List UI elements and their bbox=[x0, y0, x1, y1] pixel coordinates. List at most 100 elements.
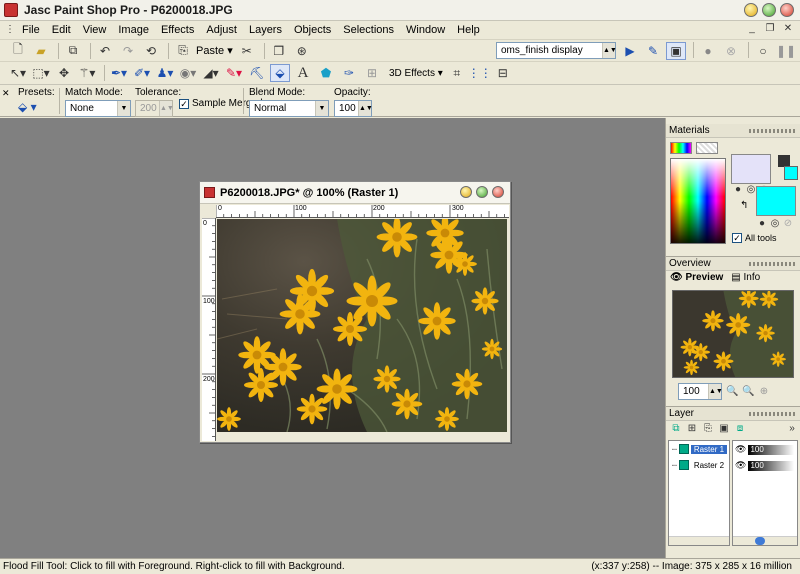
text-tool-icon[interactable]: A bbox=[293, 64, 313, 82]
tab-preview[interactable]: 👁 Preview bbox=[670, 272, 723, 283]
paint-brush-icon[interactable]: ✐▾ bbox=[132, 64, 152, 82]
layer-header[interactable]: Layer bbox=[666, 407, 800, 421]
arrange-icon[interactable]: ⊟ bbox=[493, 64, 513, 82]
paste-button[interactable]: Paste ▾ bbox=[196, 44, 233, 57]
clone-brush-icon[interactable]: ♟▾ bbox=[155, 64, 175, 82]
swap-colors-icon[interactable]: ↰ bbox=[740, 200, 748, 211]
overview-header[interactable]: Overview bbox=[666, 257, 800, 271]
layer-opacity-slider[interactable]: 100 bbox=[748, 444, 795, 455]
sample-merged-checkbox[interactable]: ✓ bbox=[179, 98, 189, 109]
menu-layers[interactable]: Layers bbox=[243, 24, 288, 36]
pen-tool-icon[interactable]: ✑ bbox=[339, 64, 359, 82]
style-color-icon[interactable]: ● bbox=[732, 184, 744, 196]
foreground-swatch[interactable] bbox=[731, 154, 771, 184]
doc-restore-icon[interactable]: ❐ bbox=[764, 23, 776, 35]
move-tool-icon[interactable]: ✥ bbox=[54, 64, 74, 82]
menu-window[interactable]: Window bbox=[400, 24, 451, 36]
picture-tube-icon[interactable]: ⛏ bbox=[247, 64, 267, 82]
open-folder-icon[interactable]: ▰ bbox=[31, 42, 51, 60]
soften-tool-icon[interactable]: ◉▾ bbox=[178, 64, 198, 82]
new-layer-icon[interactable]: ⧉ bbox=[670, 423, 682, 435]
style-none-icon[interactable]: ⊘ bbox=[782, 218, 794, 230]
copy-icon[interactable]: ⎘ bbox=[173, 42, 193, 60]
background-small-swatch[interactable] bbox=[784, 166, 798, 180]
all-tools-checkbox[interactable]: ✓ bbox=[732, 233, 742, 243]
cut-icon[interactable]: ✂ bbox=[237, 42, 257, 60]
image-maximize-button[interactable] bbox=[476, 186, 488, 198]
layer-opacity-scrollbar[interactable] bbox=[733, 536, 797, 545]
start-recording-icon[interactable]: ○ bbox=[753, 42, 773, 60]
menu-image[interactable]: Image bbox=[112, 24, 155, 36]
rainbow-tab-icon[interactable] bbox=[670, 142, 692, 154]
style-color-icon[interactable]: ● bbox=[756, 218, 768, 230]
image-window-titlebar[interactable]: P6200018.JPG* @ 100% (Raster 1) bbox=[200, 182, 510, 204]
image-minimize-button[interactable] bbox=[460, 186, 472, 198]
preset-shape-icon[interactable]: ⬟ bbox=[316, 64, 336, 82]
opacity-input[interactable]: 100 ▲▼ bbox=[334, 100, 373, 117]
layer-row[interactable]: ┈ Raster 2 bbox=[672, 460, 727, 470]
minimize-button[interactable] bbox=[744, 3, 758, 17]
background-swatch[interactable] bbox=[756, 186, 796, 216]
magic-wand-icon[interactable]: ⚚▾ bbox=[77, 64, 97, 82]
duplicate-layer-icon[interactable]: ⎘ bbox=[702, 423, 714, 435]
copy-merged-icon[interactable]: ⧉ bbox=[63, 42, 83, 60]
color-picker-spectrum[interactable] bbox=[670, 158, 726, 244]
tool-options-close-icon[interactable]: ✕ bbox=[2, 88, 10, 99]
menu-file[interactable]: File bbox=[16, 24, 46, 36]
flood-fill-icon[interactable]: ⬙ bbox=[270, 64, 290, 82]
grid-icon[interactable]: ⋮⋮ bbox=[468, 64, 492, 82]
blend-mode-select[interactable]: Normal ▼ bbox=[249, 100, 329, 117]
record-icon[interactable]: ● bbox=[698, 42, 718, 60]
duplicate-icon[interactable]: ❐ bbox=[269, 42, 289, 60]
layer-name[interactable]: Raster 1 bbox=[690, 444, 728, 454]
image-canvas[interactable] bbox=[217, 219, 507, 432]
run-script-icon[interactable]: ▶ bbox=[620, 42, 640, 60]
redo-icon[interactable]: ↷ bbox=[118, 42, 138, 60]
swatches-tab-icon[interactable] bbox=[696, 142, 718, 154]
pause-icon[interactable]: ❚❚ bbox=[776, 42, 796, 60]
zoom-actual-icon[interactable]: ⊕ bbox=[758, 386, 770, 398]
doc-close-icon[interactable]: ✕ bbox=[782, 23, 794, 35]
visibility-eye-icon[interactable]: 👁 bbox=[735, 460, 746, 471]
scrollbar-thumb[interactable] bbox=[755, 537, 765, 545]
new-group-icon[interactable]: ⊞ bbox=[686, 423, 698, 435]
tolerance-input[interactable]: 200 ▲▼ bbox=[135, 100, 174, 117]
zoom-out-icon[interactable]: 🔍 bbox=[726, 386, 738, 398]
warp-tool-icon[interactable]: ⊞ bbox=[362, 64, 382, 82]
layer-name[interactable]: Raster 2 bbox=[691, 461, 727, 470]
close-button[interactable] bbox=[780, 3, 794, 17]
menu-edit[interactable]: Edit bbox=[46, 24, 77, 36]
layer-row[interactable]: ┈ Raster 1 bbox=[672, 444, 728, 454]
layer-menu-icon[interactable]: » bbox=[786, 423, 798, 435]
browse-icon[interactable]: ⊛ bbox=[292, 42, 312, 60]
menu-objects[interactable]: Objects bbox=[288, 24, 337, 36]
selection-tool-icon[interactable]: ⬚▾ bbox=[31, 64, 51, 82]
zoom-input[interactable]: 100 ▲▼ bbox=[678, 383, 723, 400]
dropper-tool-icon[interactable]: ✒▾ bbox=[109, 64, 129, 82]
3d-effects-menu[interactable]: 3D Effects ▾ bbox=[389, 68, 443, 79]
script-toggle-icon[interactable]: ▣ bbox=[666, 42, 686, 60]
presets-button[interactable]: ⬙ ▾ bbox=[18, 100, 55, 114]
materials-header[interactable]: Materials bbox=[666, 124, 800, 138]
match-mode-select[interactable]: None ▼ bbox=[65, 100, 131, 117]
eraser-tool-icon[interactable]: ✎▾ bbox=[224, 64, 244, 82]
edit-script-icon[interactable]: ✎ bbox=[643, 42, 663, 60]
zoom-in-icon[interactable]: 🔍 bbox=[742, 386, 754, 398]
menu-view[interactable]: View bbox=[77, 24, 113, 36]
layer-list-scrollbar[interactable] bbox=[669, 536, 729, 545]
menu-selections[interactable]: Selections bbox=[337, 24, 400, 36]
undo-icon[interactable]: ↶ bbox=[95, 42, 115, 60]
overview-thumbnail[interactable] bbox=[672, 290, 794, 378]
style-texture-icon[interactable]: ◎ bbox=[769, 218, 781, 230]
layer-opacity-slider[interactable]: 100 bbox=[748, 460, 795, 471]
menu-help[interactable]: Help bbox=[451, 24, 486, 36]
image-close-button[interactable] bbox=[492, 186, 504, 198]
menu-adjust[interactable]: Adjust bbox=[200, 24, 243, 36]
doc-minimize-icon[interactable]: _ bbox=[746, 23, 758, 35]
script-select[interactable]: oms_finish display ▲▼ bbox=[496, 42, 617, 59]
layer-properties-icon[interactable]: ▣ bbox=[718, 423, 730, 435]
maximize-button[interactable] bbox=[762, 3, 776, 17]
visibility-eye-icon[interactable]: 👁 bbox=[735, 444, 746, 455]
crop-tool-icon[interactable]: ⌗ bbox=[447, 64, 467, 82]
image-window[interactable]: P6200018.JPG* @ 100% (Raster 1) 0 100 20… bbox=[199, 181, 511, 443]
